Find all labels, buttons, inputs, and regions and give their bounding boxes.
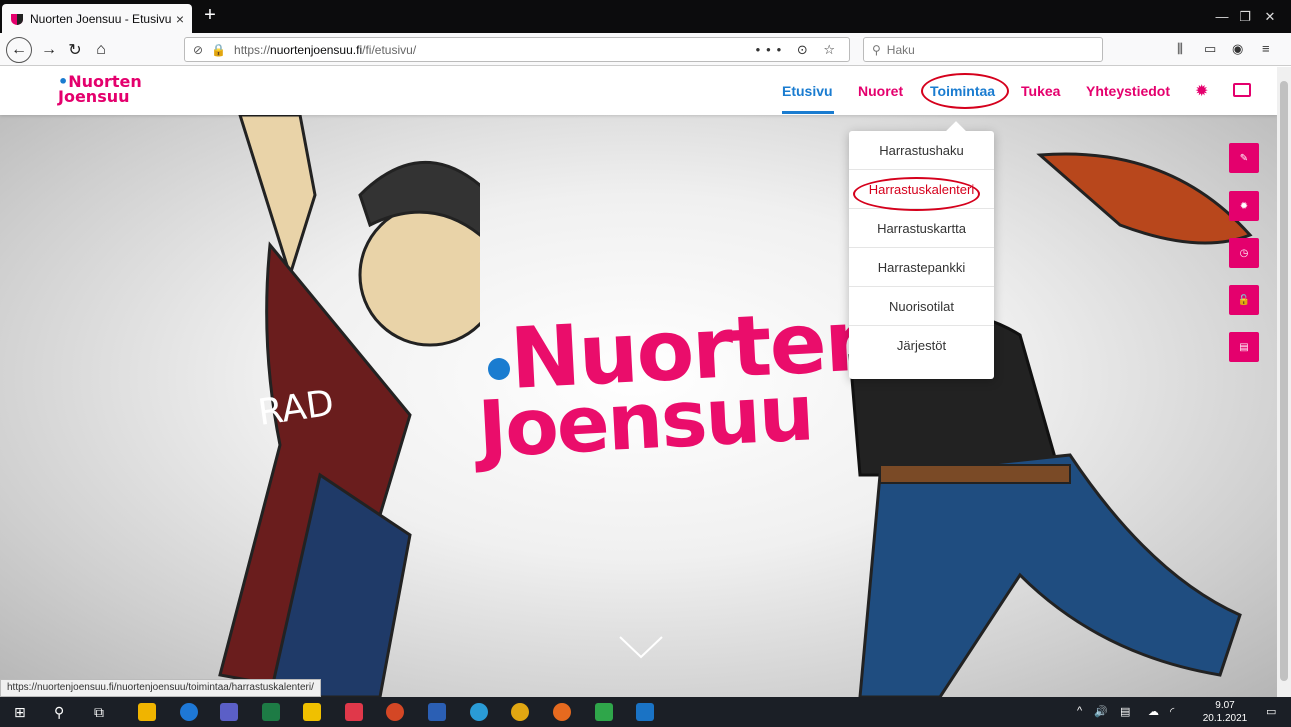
tab-title: Nuorten Joensuu - Etusivu — [30, 11, 172, 26]
store-icon[interactable] — [138, 703, 156, 721]
reload-icon[interactable]: ↻ — [62, 37, 88, 63]
nav-nuoret[interactable]: Nuoret — [858, 83, 903, 99]
app-icon[interactable] — [595, 703, 613, 721]
outlook-icon[interactable] — [636, 703, 654, 721]
search-placeholder: Haku — [886, 42, 915, 57]
close-window-icon[interactable]: ✕ — [1247, 0, 1291, 33]
windows-taskbar: ⊞ ⚲ ⧉ ^ 🔊 ▤ ☁ ◜ 9.07 20.1.2021 ▭ — [0, 697, 1291, 727]
dropdown-item-jarjestot[interactable]: Järjestöt — [849, 326, 994, 365]
hero-logo: Nuorten Joensuu — [476, 291, 888, 476]
hero-banner: RAD Nuorten Joensuu — [0, 115, 1277, 697]
onedrive-icon[interactable]: ☁ — [1148, 705, 1159, 718]
gear-icon[interactable]: ✹ — [1229, 191, 1259, 221]
url-domain: nuortenjoensuu.fi — [270, 42, 363, 57]
edge-legacy-icon[interactable] — [180, 703, 198, 721]
file-explorer-icon[interactable] — [303, 703, 321, 721]
page-content: •Nuorten Joensuu Etusivu Nuoret Toiminta… — [0, 67, 1277, 697]
menu-icon[interactable]: ≡ — [1262, 41, 1270, 56]
dropdown-item-harrastepankki[interactable]: Harrastepankki — [849, 248, 994, 287]
site-logo[interactable]: •Nuorten Joensuu — [58, 74, 142, 106]
scrollbar-thumb[interactable] — [1280, 81, 1288, 681]
notification-icon[interactable]: ▭ — [1266, 705, 1276, 718]
word-icon[interactable] — [428, 703, 446, 721]
teams-icon[interactable] — [220, 703, 238, 721]
tab-close-icon[interactable]: × — [176, 11, 184, 27]
chevron-down-icon[interactable] — [618, 635, 664, 661]
tray-chevron-icon[interactable]: ^ — [1077, 705, 1082, 717]
clock-time: 9.07 — [1215, 700, 1235, 711]
search-icon[interactable]: ⚲ — [54, 704, 64, 721]
logo-line2: Joensuu — [58, 87, 130, 106]
account-icon[interactable]: ◉ — [1232, 41, 1243, 57]
search-icon: ⚲ — [872, 42, 881, 57]
screen: Nuorten Joensuu - Etusivu × + — ❐ ✕ ← → … — [0, 0, 1291, 727]
active-nav-underline — [782, 111, 834, 114]
excel-icon[interactable] — [262, 703, 280, 721]
sidebar-icon[interactable]: ▭ — [1204, 41, 1216, 57]
id-card-icon[interactable] — [1233, 83, 1251, 97]
windows-start-icon[interactable]: ⊞ — [14, 704, 26, 721]
status-bar-url: https://nuortenjoensuu.fi/nuortenjoensuu… — [0, 679, 321, 697]
nav-etusivu[interactable]: Etusivu — [782, 83, 833, 99]
url-prefix: https:// — [234, 42, 271, 57]
page-actions-icon[interactable]: ••• ⊙ ☆ — [756, 42, 841, 58]
wifi-icon[interactable]: ◜ — [1170, 705, 1174, 718]
dropdown-item-harrastushaku[interactable]: Harrastushaku — [849, 131, 994, 170]
forward-icon[interactable]: → — [36, 37, 62, 63]
nav-yhteystiedot[interactable]: Yhteystiedot — [1086, 83, 1170, 99]
pdf-icon[interactable] — [345, 703, 363, 721]
gear-icon[interactable]: ✹ — [1195, 81, 1208, 101]
network-icon[interactable]: ▤ — [1120, 705, 1130, 718]
url-bar[interactable]: ⊘ 🔒 https:// nuortenjoensuu.fi /fi/etusi… — [184, 37, 850, 62]
tracking-protection-icon[interactable]: ⊘ — [193, 43, 203, 57]
lock-icon[interactable]: 🔒 — [211, 43, 226, 57]
toimintaa-dropdown: Harrastushaku Harrastuskalenteri Harrast… — [849, 121, 994, 379]
hero-character-left: RAD — [218, 115, 480, 697]
browser-tab[interactable]: Nuorten Joensuu - Etusivu × — [2, 4, 192, 33]
back-icon[interactable]: ← — [6, 37, 32, 63]
clock-icon[interactable]: ◷ — [1229, 238, 1259, 268]
firefox-icon[interactable] — [553, 703, 571, 721]
site-favicon-icon — [11, 13, 23, 25]
site-header: •Nuorten Joensuu Etusivu Nuoret Toiminta… — [0, 67, 1277, 115]
annotation-circle-harrastuskalenteri — [853, 177, 980, 211]
volume-icon[interactable]: 🔊 — [1094, 705, 1108, 718]
nav-tukea[interactable]: Tukea — [1021, 83, 1060, 99]
dropdown-item-nuorisotilat[interactable]: Nuorisotilat — [849, 287, 994, 326]
clock-date: 20.1.2021 — [1202, 713, 1248, 724]
task-view-icon[interactable]: ⧉ — [94, 704, 104, 721]
dropdown-item-harrastuskartta[interactable]: Harrastuskartta — [849, 209, 994, 248]
annotation-circle-toimintaa — [921, 73, 1009, 109]
url-path: /fi/etusivu/ — [362, 42, 417, 57]
page-scrollbar[interactable] — [1277, 67, 1291, 697]
taskbar-clock[interactable]: 9.07 20.1.2021 — [1200, 699, 1250, 725]
unlock-icon[interactable]: 🔓 — [1229, 285, 1259, 315]
browser-tab-bar: Nuorten Joensuu - Etusivu × + — ❐ ✕ — [0, 0, 1291, 33]
pencil-icon[interactable]: ✎ — [1229, 143, 1259, 173]
search-input[interactable]: ⚲ Haku — [863, 37, 1103, 62]
powerpoint-icon[interactable] — [386, 703, 404, 721]
book-icon[interactable]: ▤ — [1229, 332, 1259, 362]
new-tab-button[interactable]: + — [198, 4, 222, 28]
browser-nav-bar: ← → ↻ ⌂ ⊘ 🔒 https:// nuortenjoensuu.fi /… — [0, 33, 1291, 66]
library-icon[interactable]: ⫼ — [1177, 41, 1183, 57]
edge-icon[interactable] — [470, 703, 488, 721]
chrome-icon[interactable] — [511, 703, 529, 721]
home-icon[interactable]: ⌂ — [88, 37, 114, 63]
